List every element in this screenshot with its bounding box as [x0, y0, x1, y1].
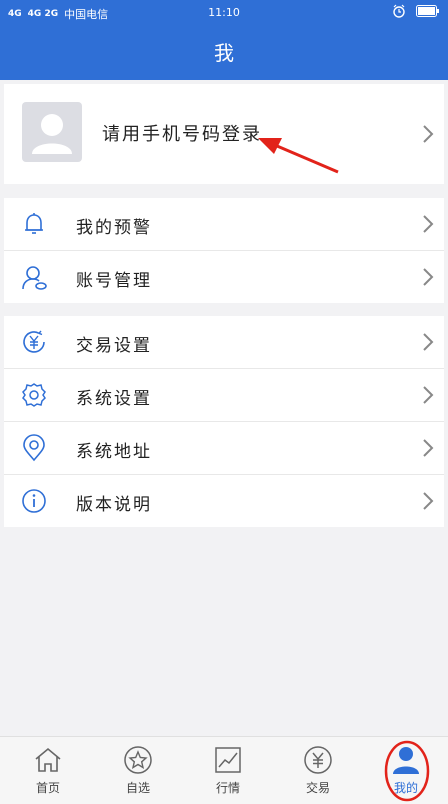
- menu-item-label: 交易设置: [76, 336, 152, 356]
- alarm-icon: [393, 4, 405, 18]
- bell-icon: [25, 213, 43, 234]
- nav-bar: 我: [0, 26, 448, 80]
- yen-icon: [304, 746, 332, 774]
- star-icon: [124, 746, 152, 774]
- menu-item-system-address[interactable]: 系统地址: [4, 422, 444, 475]
- chevron-right-icon: [423, 268, 434, 286]
- menu-item-trade-settings[interactable]: 交易设置: [4, 316, 444, 369]
- default-avatar-icon: [32, 114, 72, 154]
- status-time: 11:10: [208, 6, 240, 19]
- info-icon: [22, 489, 46, 513]
- tab-trade[interactable]: 交易: [290, 745, 346, 796]
- status-bar: 4G 4G 2G 中国电信 11:10: [0, 0, 448, 26]
- tab-label: 交易: [305, 781, 330, 795]
- home-icon: [35, 747, 61, 772]
- tab-home[interactable]: 首页: [20, 745, 76, 796]
- menu-item-label: 账号管理: [76, 271, 152, 291]
- location-icon: [23, 434, 45, 462]
- menu-item-label: 我的预警: [76, 218, 152, 238]
- account-icon: [22, 266, 47, 290]
- page-title: 我: [214, 41, 234, 65]
- menu-group-alerts: 我的预警 账号管理: [4, 198, 444, 303]
- chevron-right-icon: [423, 439, 434, 457]
- menu-item-label: 系统地址: [76, 442, 152, 462]
- tab-bar: 首页 自选 行情 交易 我的: [0, 736, 448, 804]
- menu-item-system-settings[interactable]: 系统设置: [4, 369, 444, 422]
- menu-group-settings: 交易设置 系统设置 系统地址 版本说明: [4, 316, 444, 527]
- chevron-right-icon: [423, 333, 434, 351]
- tab-market[interactable]: 行情: [200, 745, 256, 796]
- tab-label: 行情: [215, 781, 240, 795]
- chart-icon: [215, 747, 241, 773]
- tab-label: 首页: [35, 781, 60, 795]
- menu-item-version[interactable]: 版本说明: [4, 475, 444, 527]
- login-prompt: 请用手机号码登录: [102, 124, 262, 145]
- menu-item-label: 版本说明: [76, 495, 152, 515]
- gear-icon: [22, 383, 46, 407]
- tab-label: 自选: [125, 781, 150, 795]
- avatar: [22, 102, 82, 162]
- menu-item-account[interactable]: 账号管理: [4, 251, 444, 303]
- chevron-right-icon: [423, 215, 434, 233]
- highlight-circle: [384, 740, 430, 802]
- login-row[interactable]: 请用手机号码登录: [4, 84, 444, 184]
- chevron-right-icon: [423, 492, 434, 510]
- menu-item-alerts[interactable]: 我的预警: [4, 198, 444, 251]
- tab-watchlist[interactable]: 自选: [110, 745, 166, 796]
- yen-icon: [23, 330, 45, 353]
- chevron-right-icon: [423, 125, 434, 143]
- menu-item-label: 系统设置: [76, 389, 152, 409]
- chevron-right-icon: [423, 386, 434, 404]
- battery-icon: [416, 5, 439, 17]
